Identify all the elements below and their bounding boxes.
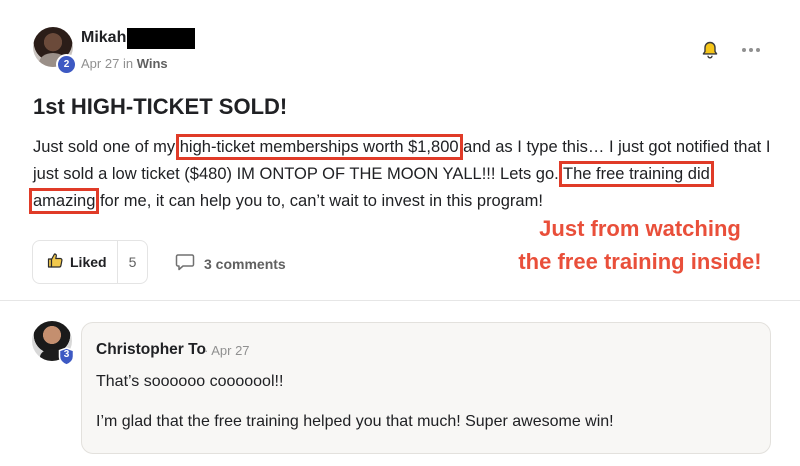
like-button[interactable]: Liked 5	[32, 240, 148, 284]
annotation-callout: Just from watching the free training ins…	[490, 212, 790, 278]
post-meta: Apr 27 in Wins	[81, 56, 168, 71]
comment-card: Christopher To · Apr 27 That’s soooooo c…	[81, 322, 771, 454]
comments-label: 3 comments	[204, 255, 286, 272]
post-body-part3: for me, it can help you to, can’t wait t…	[95, 192, 543, 210]
like-label: Liked	[70, 254, 107, 270]
section-divider	[0, 300, 800, 301]
thumbs-up-icon	[47, 252, 64, 272]
comments-button[interactable]: 3 comments	[175, 253, 286, 274]
post-date: Apr 27	[81, 56, 120, 71]
post-in-word: in	[122, 56, 134, 71]
post-body-part1: Just sold one of my	[33, 138, 180, 156]
post-body: Just sold one of my high-ticket membersh…	[29, 134, 773, 215]
comment-text-line2: I’m glad that the free training helped y…	[96, 413, 614, 430]
comment-text-line1: That’s soooooo cooooool!!	[96, 373, 284, 390]
redacted-surname	[127, 28, 195, 49]
shield-icon: 3	[58, 347, 75, 366]
highlight-high-ticket: high-ticket memberships worth $1,800	[175, 134, 463, 160]
comment-icon	[175, 253, 195, 274]
author-name[interactable]: Mikah	[81, 29, 126, 47]
level-badge: 2	[56, 54, 77, 75]
post-card: 2 Mikah Apr 27 in Wins 1st HIGH-TICKET S…	[0, 0, 800, 300]
commenter-level: 3	[63, 349, 70, 360]
bell-icon[interactable]	[700, 40, 720, 60]
comment-date: · Apr 27	[204, 343, 250, 358]
like-count[interactable]: 5	[118, 254, 147, 270]
annotation-line2: the free training inside!	[518, 249, 762, 274]
annotation-line1: Just from watching	[539, 216, 741, 241]
post-category[interactable]: Wins	[137, 56, 168, 71]
more-icon[interactable]	[738, 40, 764, 60]
post-title: 1st HIGH-TICKET SOLD!	[33, 94, 288, 119]
commenter-name[interactable]: Christopher To	[96, 341, 206, 359]
